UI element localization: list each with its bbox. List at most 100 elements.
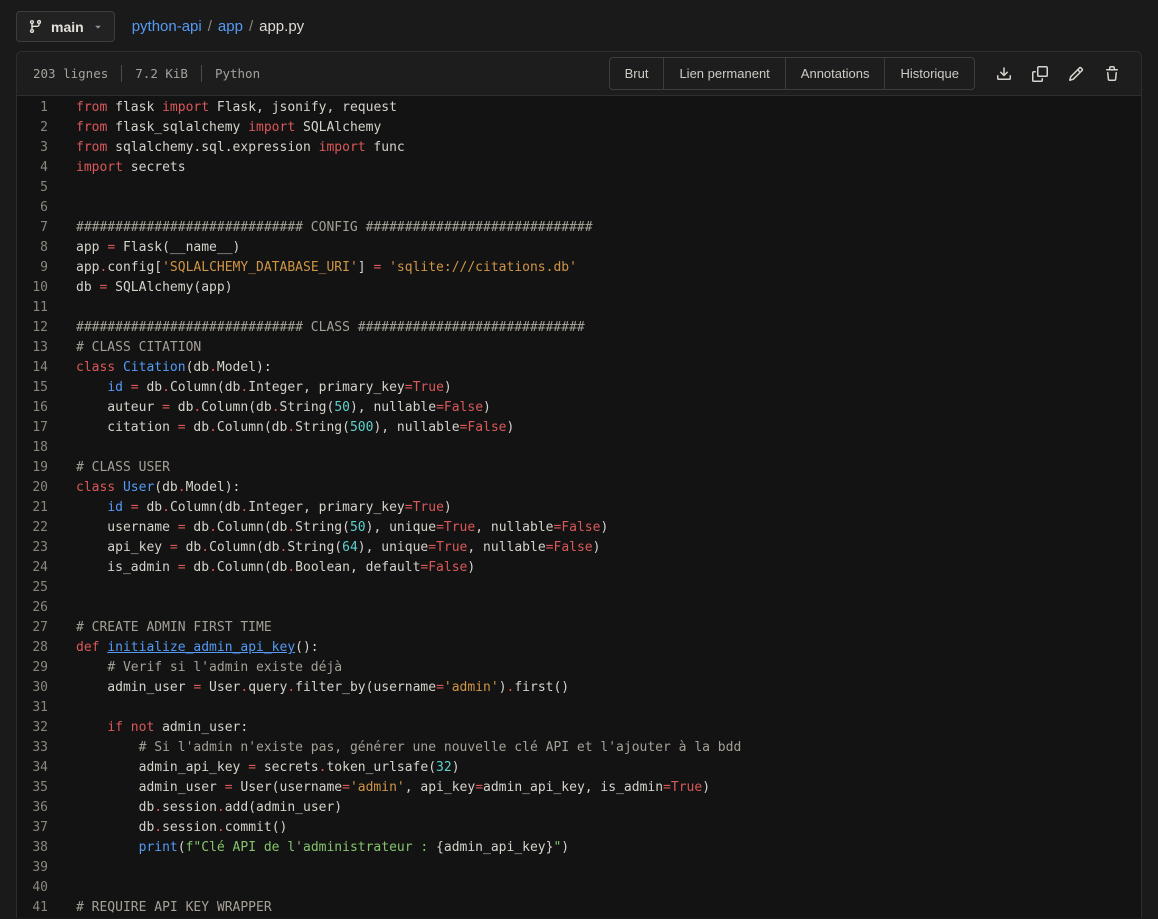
code-line: 13# CLASS CITATION bbox=[17, 338, 1141, 358]
code-text bbox=[48, 598, 76, 618]
line-number[interactable]: 7 bbox=[17, 218, 48, 238]
code-text: username = db.Column(db.String(50), uniq… bbox=[48, 518, 608, 538]
code-text: ############################# CLASS ####… bbox=[48, 318, 585, 338]
line-number[interactable]: 27 bbox=[17, 618, 48, 638]
code-text bbox=[48, 198, 76, 218]
code-text: # CLASS CITATION bbox=[48, 338, 201, 358]
line-number[interactable]: 16 bbox=[17, 398, 48, 418]
code-text: citation = db.Column(db.String(500), nul… bbox=[48, 418, 514, 438]
line-number[interactable]: 9 bbox=[17, 258, 48, 278]
line-number[interactable]: 15 bbox=[17, 378, 48, 398]
line-number[interactable]: 31 bbox=[17, 698, 48, 718]
code-text: is_admin = db.Column(db.Boolean, default… bbox=[48, 558, 475, 578]
code-line: 26 bbox=[17, 598, 1141, 618]
line-number[interactable]: 34 bbox=[17, 758, 48, 778]
code-line: 29 # Verif si l'admin existe déjà bbox=[17, 658, 1141, 678]
branch-selector-button[interactable]: main bbox=[16, 11, 115, 42]
code-line: 3from sqlalchemy.sql.expression import f… bbox=[17, 138, 1141, 158]
line-number[interactable]: 24 bbox=[17, 558, 48, 578]
line-number[interactable]: 19 bbox=[17, 458, 48, 478]
code-line: 18 bbox=[17, 438, 1141, 458]
line-number[interactable]: 18 bbox=[17, 438, 48, 458]
code-line: 23 api_key = db.Column(db.String(64), un… bbox=[17, 538, 1141, 558]
code-text bbox=[48, 578, 76, 598]
line-number[interactable]: 36 bbox=[17, 798, 48, 818]
code-line: 10db = SQLAlchemy(app) bbox=[17, 278, 1141, 298]
line-number[interactable]: 17 bbox=[17, 418, 48, 438]
code-line: 34 admin_api_key = secrets.token_urlsafe… bbox=[17, 758, 1141, 778]
code-line: 36 db.session.add(admin_user) bbox=[17, 798, 1141, 818]
breadcrumb-repo-link[interactable]: python-api bbox=[132, 18, 202, 35]
history-button[interactable]: Historique bbox=[884, 57, 975, 90]
file-view-panel: 203 lignes 7.2 KiB Python Brut Lien perm… bbox=[16, 51, 1142, 918]
code-text: admin_api_key = secrets.token_urlsafe(32… bbox=[48, 758, 460, 778]
download-icon bbox=[996, 66, 1012, 82]
line-number[interactable]: 1 bbox=[17, 98, 48, 118]
line-number[interactable]: 14 bbox=[17, 358, 48, 378]
code-text: from flask import Flask, jsonify, reques… bbox=[48, 98, 397, 118]
line-number[interactable]: 13 bbox=[17, 338, 48, 358]
line-number[interactable]: 32 bbox=[17, 718, 48, 738]
code-line: 17 citation = db.Column(db.String(500), … bbox=[17, 418, 1141, 438]
line-number[interactable]: 40 bbox=[17, 878, 48, 898]
line-number[interactable]: 4 bbox=[17, 158, 48, 178]
code-line: 21 id = db.Column(db.Integer, primary_ke… bbox=[17, 498, 1141, 518]
code-line: 33 # Si l'admin n'existe pas, générer un… bbox=[17, 738, 1141, 758]
code-text: # Verif si l'admin existe déjà bbox=[48, 658, 342, 678]
code-text: app = Flask(__name__) bbox=[48, 238, 240, 258]
line-number[interactable]: 29 bbox=[17, 658, 48, 678]
breadcrumb-file-name: app.py bbox=[259, 18, 304, 35]
line-number[interactable]: 10 bbox=[17, 278, 48, 298]
line-number[interactable]: 25 bbox=[17, 578, 48, 598]
breadcrumb-dir-link[interactable]: app bbox=[218, 18, 243, 35]
code-line: 12############################# CLASS ##… bbox=[17, 318, 1141, 338]
line-number[interactable]: 8 bbox=[17, 238, 48, 258]
code-text: id = db.Column(db.Integer, primary_key=T… bbox=[48, 498, 452, 518]
delete-button[interactable] bbox=[1097, 61, 1127, 87]
line-number[interactable]: 33 bbox=[17, 738, 48, 758]
line-number[interactable]: 30 bbox=[17, 678, 48, 698]
line-number[interactable]: 37 bbox=[17, 818, 48, 838]
line-number[interactable]: 3 bbox=[17, 138, 48, 158]
line-number[interactable]: 39 bbox=[17, 858, 48, 878]
permalink-button[interactable]: Lien permanent bbox=[663, 57, 785, 90]
code-line: 28def initialize_admin_api_key(): bbox=[17, 638, 1141, 658]
code-line: 8app = Flask(__name__) bbox=[17, 238, 1141, 258]
line-number[interactable]: 38 bbox=[17, 838, 48, 858]
line-number[interactable]: 6 bbox=[17, 198, 48, 218]
code-line: 9app.config['SQLALCHEMY_DATABASE_URI'] =… bbox=[17, 258, 1141, 278]
file-actions: Brut Lien permanent Annotations Historiq… bbox=[609, 57, 1127, 90]
line-number[interactable]: 11 bbox=[17, 298, 48, 318]
line-number[interactable]: 22 bbox=[17, 518, 48, 538]
copy-button[interactable] bbox=[1025, 61, 1055, 87]
line-number[interactable]: 26 bbox=[17, 598, 48, 618]
line-number[interactable]: 20 bbox=[17, 478, 48, 498]
code-text: ############################# CONFIG ###… bbox=[48, 218, 593, 238]
code-text: class User(db.Model): bbox=[48, 478, 240, 498]
code-line: 38 print(f"Clé API de l'administrateur :… bbox=[17, 838, 1141, 858]
code-text bbox=[48, 438, 76, 458]
file-size: 7.2 KiB bbox=[135, 66, 188, 81]
line-number[interactable]: 12 bbox=[17, 318, 48, 338]
line-number[interactable]: 21 bbox=[17, 498, 48, 518]
meta-divider bbox=[121, 65, 122, 82]
line-number[interactable]: 2 bbox=[17, 118, 48, 138]
code-text: api_key = db.Column(db.String(64), uniqu… bbox=[48, 538, 600, 558]
file-lines-count: 203 lignes bbox=[33, 66, 108, 81]
line-number[interactable]: 41 bbox=[17, 898, 48, 918]
code-line: 2from flask_sqlalchemy import SQLAlchemy bbox=[17, 118, 1141, 138]
code-text bbox=[48, 858, 76, 878]
code-line: 39 bbox=[17, 858, 1141, 878]
code-text: from flask_sqlalchemy import SQLAlchemy bbox=[48, 118, 381, 138]
raw-button[interactable]: Brut bbox=[609, 57, 665, 90]
download-button[interactable] bbox=[989, 61, 1019, 87]
line-number[interactable]: 5 bbox=[17, 178, 48, 198]
code-text bbox=[48, 698, 76, 718]
annotations-button[interactable]: Annotations bbox=[785, 57, 886, 90]
line-number[interactable]: 23 bbox=[17, 538, 48, 558]
code-text: import secrets bbox=[48, 158, 186, 178]
edit-button[interactable] bbox=[1061, 61, 1091, 87]
line-number[interactable]: 35 bbox=[17, 778, 48, 798]
line-number[interactable]: 28 bbox=[17, 638, 48, 658]
breadcrumb: python-api / app / app.py bbox=[132, 18, 304, 35]
